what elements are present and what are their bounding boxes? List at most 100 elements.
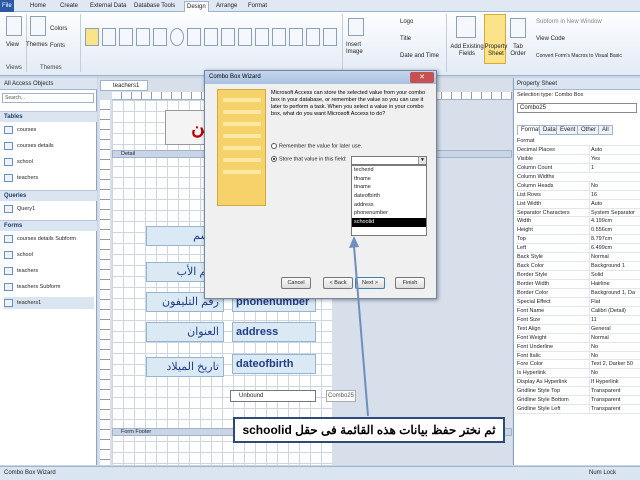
property-value[interactable]: 4.199cm [589, 217, 640, 226]
property-value[interactable]: General [589, 324, 640, 333]
select-pointer-icon[interactable] [85, 28, 99, 46]
label-address[interactable]: العنوان [146, 322, 224, 342]
property-row[interactable]: Border Style Solid [516, 271, 640, 280]
property-value[interactable]: 1 [589, 163, 640, 172]
nav-item-teachers[interactable]: teachers [4, 172, 38, 184]
dropdown-item[interactable]: ttname [352, 183, 426, 192]
document-tab-teachers1[interactable]: teachers1 [100, 80, 148, 91]
combo-box-control-icon[interactable] [255, 28, 269, 46]
radio-remember-value[interactable]: Remember the value for later use. [271, 143, 362, 149]
nav-section-forms[interactable]: Forms [0, 220, 97, 231]
dropdown-item[interactable]: address [352, 201, 426, 210]
tab-file[interactable]: File [0, 0, 14, 12]
insert-image-icon[interactable] [348, 18, 364, 36]
logo-button[interactable]: Logo [400, 19, 413, 25]
nav-section-tables[interactable]: Tables [0, 111, 97, 122]
nav-search-input[interactable]: Search... [2, 93, 94, 103]
property-value[interactable]: Transparent [589, 396, 640, 405]
tab-format[interactable]: Format [246, 1, 269, 12]
nav-section-queries[interactable]: Queries [0, 190, 97, 201]
radio-store-value[interactable]: Store that value in this field: [271, 156, 347, 162]
property-row[interactable]: Back Color Background 1 [516, 262, 640, 272]
property-row[interactable]: Column Heads No [516, 181, 640, 191]
property-value[interactable]: Calibri (Detail) [589, 306, 640, 315]
property-sheet-button[interactable]: Property Sheet [484, 44, 508, 58]
property-value[interactable]: Background 1, Da [589, 288, 640, 297]
property-row[interactable]: Border Color Background 1, Da [516, 288, 640, 298]
dropdown-item[interactable]: dateofbirth [352, 192, 426, 201]
property-value[interactable]: 16 [589, 190, 640, 199]
property-value[interactable]: 11 [589, 315, 640, 324]
colors-button[interactable]: Colors [50, 26, 67, 32]
property-row[interactable]: Top 8.797cm [516, 235, 640, 245]
view-button[interactable]: View [6, 42, 19, 48]
nav-item-courses[interactable]: courses [4, 124, 36, 136]
property-value[interactable]: No [589, 181, 640, 190]
property-row[interactable]: Font Underline No [516, 342, 640, 352]
dropdown-item[interactable]: tfname [352, 175, 426, 184]
property-row[interactable]: Font Size 11 [516, 315, 640, 325]
property-value[interactable]: Background 1 [589, 262, 640, 271]
property-value[interactable]: Transparent [589, 387, 640, 396]
property-value[interactable]: No [589, 369, 640, 378]
cancel-button[interactable]: Cancel [281, 277, 311, 289]
close-icon[interactable]: ✕ [410, 72, 434, 83]
tab-order-icon[interactable] [510, 18, 526, 38]
dropdown-item[interactable]: phonenumber [352, 209, 426, 218]
property-value[interactable]: Text 2, Darker 50 [589, 360, 640, 369]
property-value[interactable]: 0.556cm [589, 226, 640, 235]
nav-item-query1[interactable]: Query1 [4, 203, 35, 215]
property-value[interactable]: If Hyperlink [589, 378, 640, 387]
property-row[interactable]: Width 4.199cm [516, 217, 640, 227]
property-row[interactable]: Left 6.499cm [516, 244, 640, 254]
add-fields-button[interactable]: Add Existing Fields [450, 44, 484, 58]
property-object-select[interactable]: Combo25 [517, 103, 637, 113]
property-row[interactable]: List Width Auto [516, 199, 640, 209]
themes-button[interactable]: Themes [26, 42, 48, 48]
chevron-down-icon[interactable]: ▼ [418, 157, 426, 164]
date-time-button[interactable]: Date and Time [400, 53, 439, 59]
field-address[interactable]: address [232, 322, 316, 342]
chart-control-icon[interactable] [272, 28, 286, 46]
property-row[interactable]: Column Count 1 [516, 163, 640, 173]
property-row[interactable]: Gridline Style Bottom Transparent [516, 396, 640, 406]
web-browser-control-icon[interactable] [187, 28, 201, 46]
property-row[interactable]: Font Italic No [516, 351, 640, 361]
prop-tab-other[interactable]: Other [577, 125, 601, 135]
property-value[interactable]: Yes [589, 154, 640, 163]
add-fields-icon[interactable] [456, 16, 476, 38]
view-icon[interactable] [6, 16, 22, 36]
property-row[interactable]: Special Effect Flat [516, 297, 640, 307]
property-row[interactable]: Is Hyperlink No [516, 369, 640, 379]
tab-arrange[interactable]: Arrange [214, 1, 239, 12]
property-value[interactable]: Transparent [589, 405, 640, 414]
property-row[interactable]: Display As Hyperlink If Hyperlink [516, 378, 640, 388]
tab-create[interactable]: Create [58, 1, 80, 12]
property-value[interactable]: No [589, 342, 640, 351]
nav-item-school-form[interactable]: school [4, 249, 33, 261]
property-row[interactable]: Visible Yes [516, 154, 640, 164]
hyperlink-control-icon[interactable] [170, 28, 184, 46]
field-dropdown-list[interactable]: techerid tfname ttname dateofbirth addre… [351, 165, 427, 236]
option-group-icon[interactable] [221, 28, 235, 46]
property-row[interactable]: Font Weight Normal [516, 333, 640, 343]
toggle-button-icon[interactable] [306, 28, 320, 46]
property-value[interactable]: 6.499cm [589, 244, 640, 253]
textbox-control-icon[interactable] [102, 28, 116, 46]
prop-tab-all[interactable]: All [598, 125, 613, 135]
tab-database-tools[interactable]: Database Tools [132, 1, 177, 12]
title-button[interactable]: Title [400, 36, 411, 42]
line-control-icon[interactable] [289, 28, 303, 46]
label-control-icon[interactable] [119, 28, 133, 46]
finish-button[interactable]: Finish [395, 277, 425, 289]
button-control-icon[interactable] [136, 28, 150, 46]
property-row[interactable]: Text Align General [516, 324, 640, 334]
store-field-combo[interactable]: ▼ [351, 156, 427, 165]
dropdown-item[interactable]: techerid [352, 166, 426, 175]
tab-control-icon[interactable] [153, 28, 167, 46]
property-row[interactable]: Height 0.556cm [516, 226, 640, 236]
nav-header[interactable]: All Access Objects [0, 78, 97, 90]
property-value[interactable]: Auto [589, 199, 640, 208]
property-value[interactable]: Normal [589, 333, 640, 342]
property-row[interactable]: List Rows 16 [516, 190, 640, 200]
